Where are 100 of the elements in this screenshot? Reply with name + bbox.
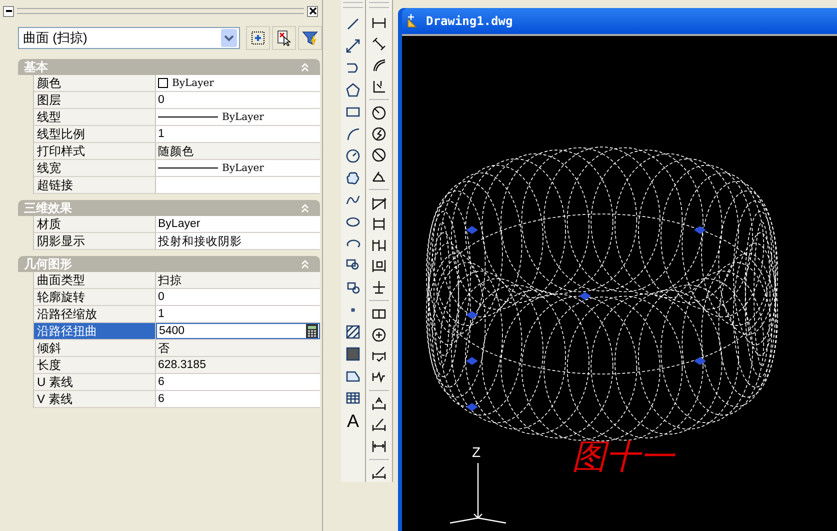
- aligned-dimension-icon[interactable]: [371, 36, 387, 52]
- collapse-chevron-icon: [300, 203, 310, 213]
- filter-button[interactable]: [298, 26, 322, 50]
- property-value: 投射和接收阴影: [158, 234, 242, 248]
- property-value-cell[interactable]: 0: [156, 289, 320, 305]
- linetype-sample-icon: [158, 166, 218, 170]
- property-value-cell[interactable]: ByLayer: [156, 75, 320, 91]
- funnel-icon: [302, 30, 318, 46]
- property-value: 628.3185: [158, 359, 206, 371]
- quick-dimension-icon[interactable]: [371, 195, 387, 211]
- property-label[interactable]: 材质: [34, 216, 156, 232]
- property-value: 0: [158, 291, 164, 303]
- property-value-cell[interactable]: 1: [156, 306, 320, 322]
- property-value: 1: [158, 128, 164, 140]
- property-label[interactable]: U 素线: [34, 374, 156, 390]
- block-icon[interactable]: [345, 280, 361, 296]
- property-value-cell[interactable]: 5400: [156, 323, 320, 339]
- property-value-cell[interactable]: ByLayer: [156, 109, 320, 125]
- property-label[interactable]: 线型: [34, 109, 156, 125]
- property-label[interactable]: 打印样式: [34, 143, 156, 159]
- baseline-icon[interactable]: [371, 216, 387, 232]
- drawing-canvas[interactable]: Z 图十一: [402, 34, 837, 531]
- update-icon[interactable]: [371, 438, 387, 454]
- dotted-frame-plus-icon: [250, 30, 266, 46]
- axis-label: Z: [472, 444, 481, 460]
- hatch-icon[interactable]: [345, 324, 361, 340]
- dimension-edit-icon[interactable]: [371, 396, 387, 412]
- property-value-cell[interactable]: 0: [156, 92, 320, 108]
- property-value-cell[interactable]: 6: [156, 374, 320, 390]
- diameter-icon[interactable]: [371, 147, 387, 163]
- color-swatch-icon: [158, 78, 168, 88]
- property-value-cell[interactable]: 投射和接收阴影: [156, 233, 320, 249]
- property-label[interactable]: 曲面类型: [34, 272, 156, 288]
- panel-grip[interactable]: [17, 8, 304, 14]
- dimension-list-icon[interactable]: [371, 258, 387, 274]
- property-value: 5400: [159, 325, 185, 337]
- text-tool[interactable]: A: [346, 412, 359, 430]
- collapse-chevron-icon: [300, 62, 310, 72]
- select-objects-button[interactable]: [272, 26, 296, 50]
- minus-icon: [4, 7, 12, 15]
- property-label[interactable]: V 素线: [34, 391, 156, 407]
- object-type-value: 曲面 (扫掠): [23, 29, 88, 47]
- property-label[interactable]: 沿路径扭曲: [34, 323, 156, 339]
- property-label[interactable]: 图层: [34, 92, 156, 108]
- arc-icon[interactable]: [345, 126, 361, 142]
- property-label[interactable]: 线宽: [34, 160, 156, 176]
- property-label[interactable]: 倾斜: [34, 340, 156, 356]
- property-label[interactable]: 长度: [34, 357, 156, 373]
- close-button[interactable]: [307, 6, 318, 16]
- property-value-cell[interactable]: 628.3185: [156, 357, 320, 373]
- section-title: 几何图形: [24, 256, 72, 272]
- jogged-radius-icon[interactable]: [371, 126, 387, 142]
- property-label[interactable]: 沿路径缩放: [34, 306, 156, 322]
- radius-icon[interactable]: [371, 105, 387, 121]
- property-value-cell[interactable]: [156, 177, 320, 193]
- property-value-cell[interactable]: 1: [156, 126, 320, 142]
- table-icon[interactable]: [345, 390, 361, 406]
- text-edit-icon[interactable]: [371, 417, 387, 433]
- cloud-icon[interactable]: [345, 170, 361, 186]
- calculator-icon[interactable]: [306, 324, 318, 338]
- property-value-cell[interactable]: ByLayer: [156, 216, 320, 232]
- property-label[interactable]: 阴影显示: [34, 233, 156, 249]
- section-title: 基本: [24, 58, 48, 76]
- jogged-line-icon[interactable]: [371, 369, 387, 385]
- property-value-cell[interactable]: 否: [156, 340, 320, 356]
- property-value-cell[interactable]: 扫掠: [156, 272, 320, 288]
- property-value: 随颜色: [158, 144, 194, 158]
- pentagon-icon[interactable]: [345, 82, 361, 98]
- property-label[interactable]: 超链接: [34, 177, 156, 193]
- property-label[interactable]: 线型比例: [34, 126, 156, 142]
- line-icon[interactable]: [345, 16, 361, 32]
- page-cursor-icon: [276, 30, 292, 46]
- property-value: 0: [158, 94, 164, 106]
- section-title: 三维效果: [24, 200, 72, 216]
- property-value: 6: [158, 393, 164, 405]
- property-label[interactable]: 颜色: [34, 75, 156, 91]
- collapse-chevron-icon: [300, 259, 310, 269]
- property-label[interactable]: 轮廓旋转: [34, 289, 156, 305]
- arc-length-icon[interactable]: [371, 57, 387, 73]
- linear-dimension-icon[interactable]: [371, 15, 387, 31]
- quick-select-button[interactable]: [246, 26, 270, 50]
- double-arrow-line-icon[interactable]: [345, 38, 361, 54]
- property-value-cell[interactable]: 随颜色: [156, 143, 320, 159]
- collapse-button[interactable]: [3, 6, 14, 16]
- close-icon: [308, 7, 316, 15]
- property-value: 否: [158, 342, 170, 356]
- gradient-icon[interactable]: [345, 346, 361, 362]
- jogged-linear-icon[interactable]: [371, 279, 387, 295]
- property-value-cell[interactable]: ByLayer: [156, 160, 320, 176]
- object-type-dropdown[interactable]: 曲面 (扫掠): [18, 27, 240, 49]
- property-value: 扫掠: [158, 274, 182, 288]
- linetype-sample-icon: [158, 115, 218, 119]
- dimension-style-icon[interactable]: [371, 465, 387, 481]
- property-value: ByLayer: [222, 162, 264, 174]
- property-value: ByLayer: [158, 218, 200, 230]
- ordinate-icon[interactable]: [371, 78, 387, 94]
- window-title: Drawing1.dwg: [426, 14, 513, 28]
- property-value-cell[interactable]: 6: [156, 391, 320, 407]
- center-mark-icon[interactable]: [371, 327, 387, 343]
- continue-icon[interactable]: [371, 237, 387, 253]
